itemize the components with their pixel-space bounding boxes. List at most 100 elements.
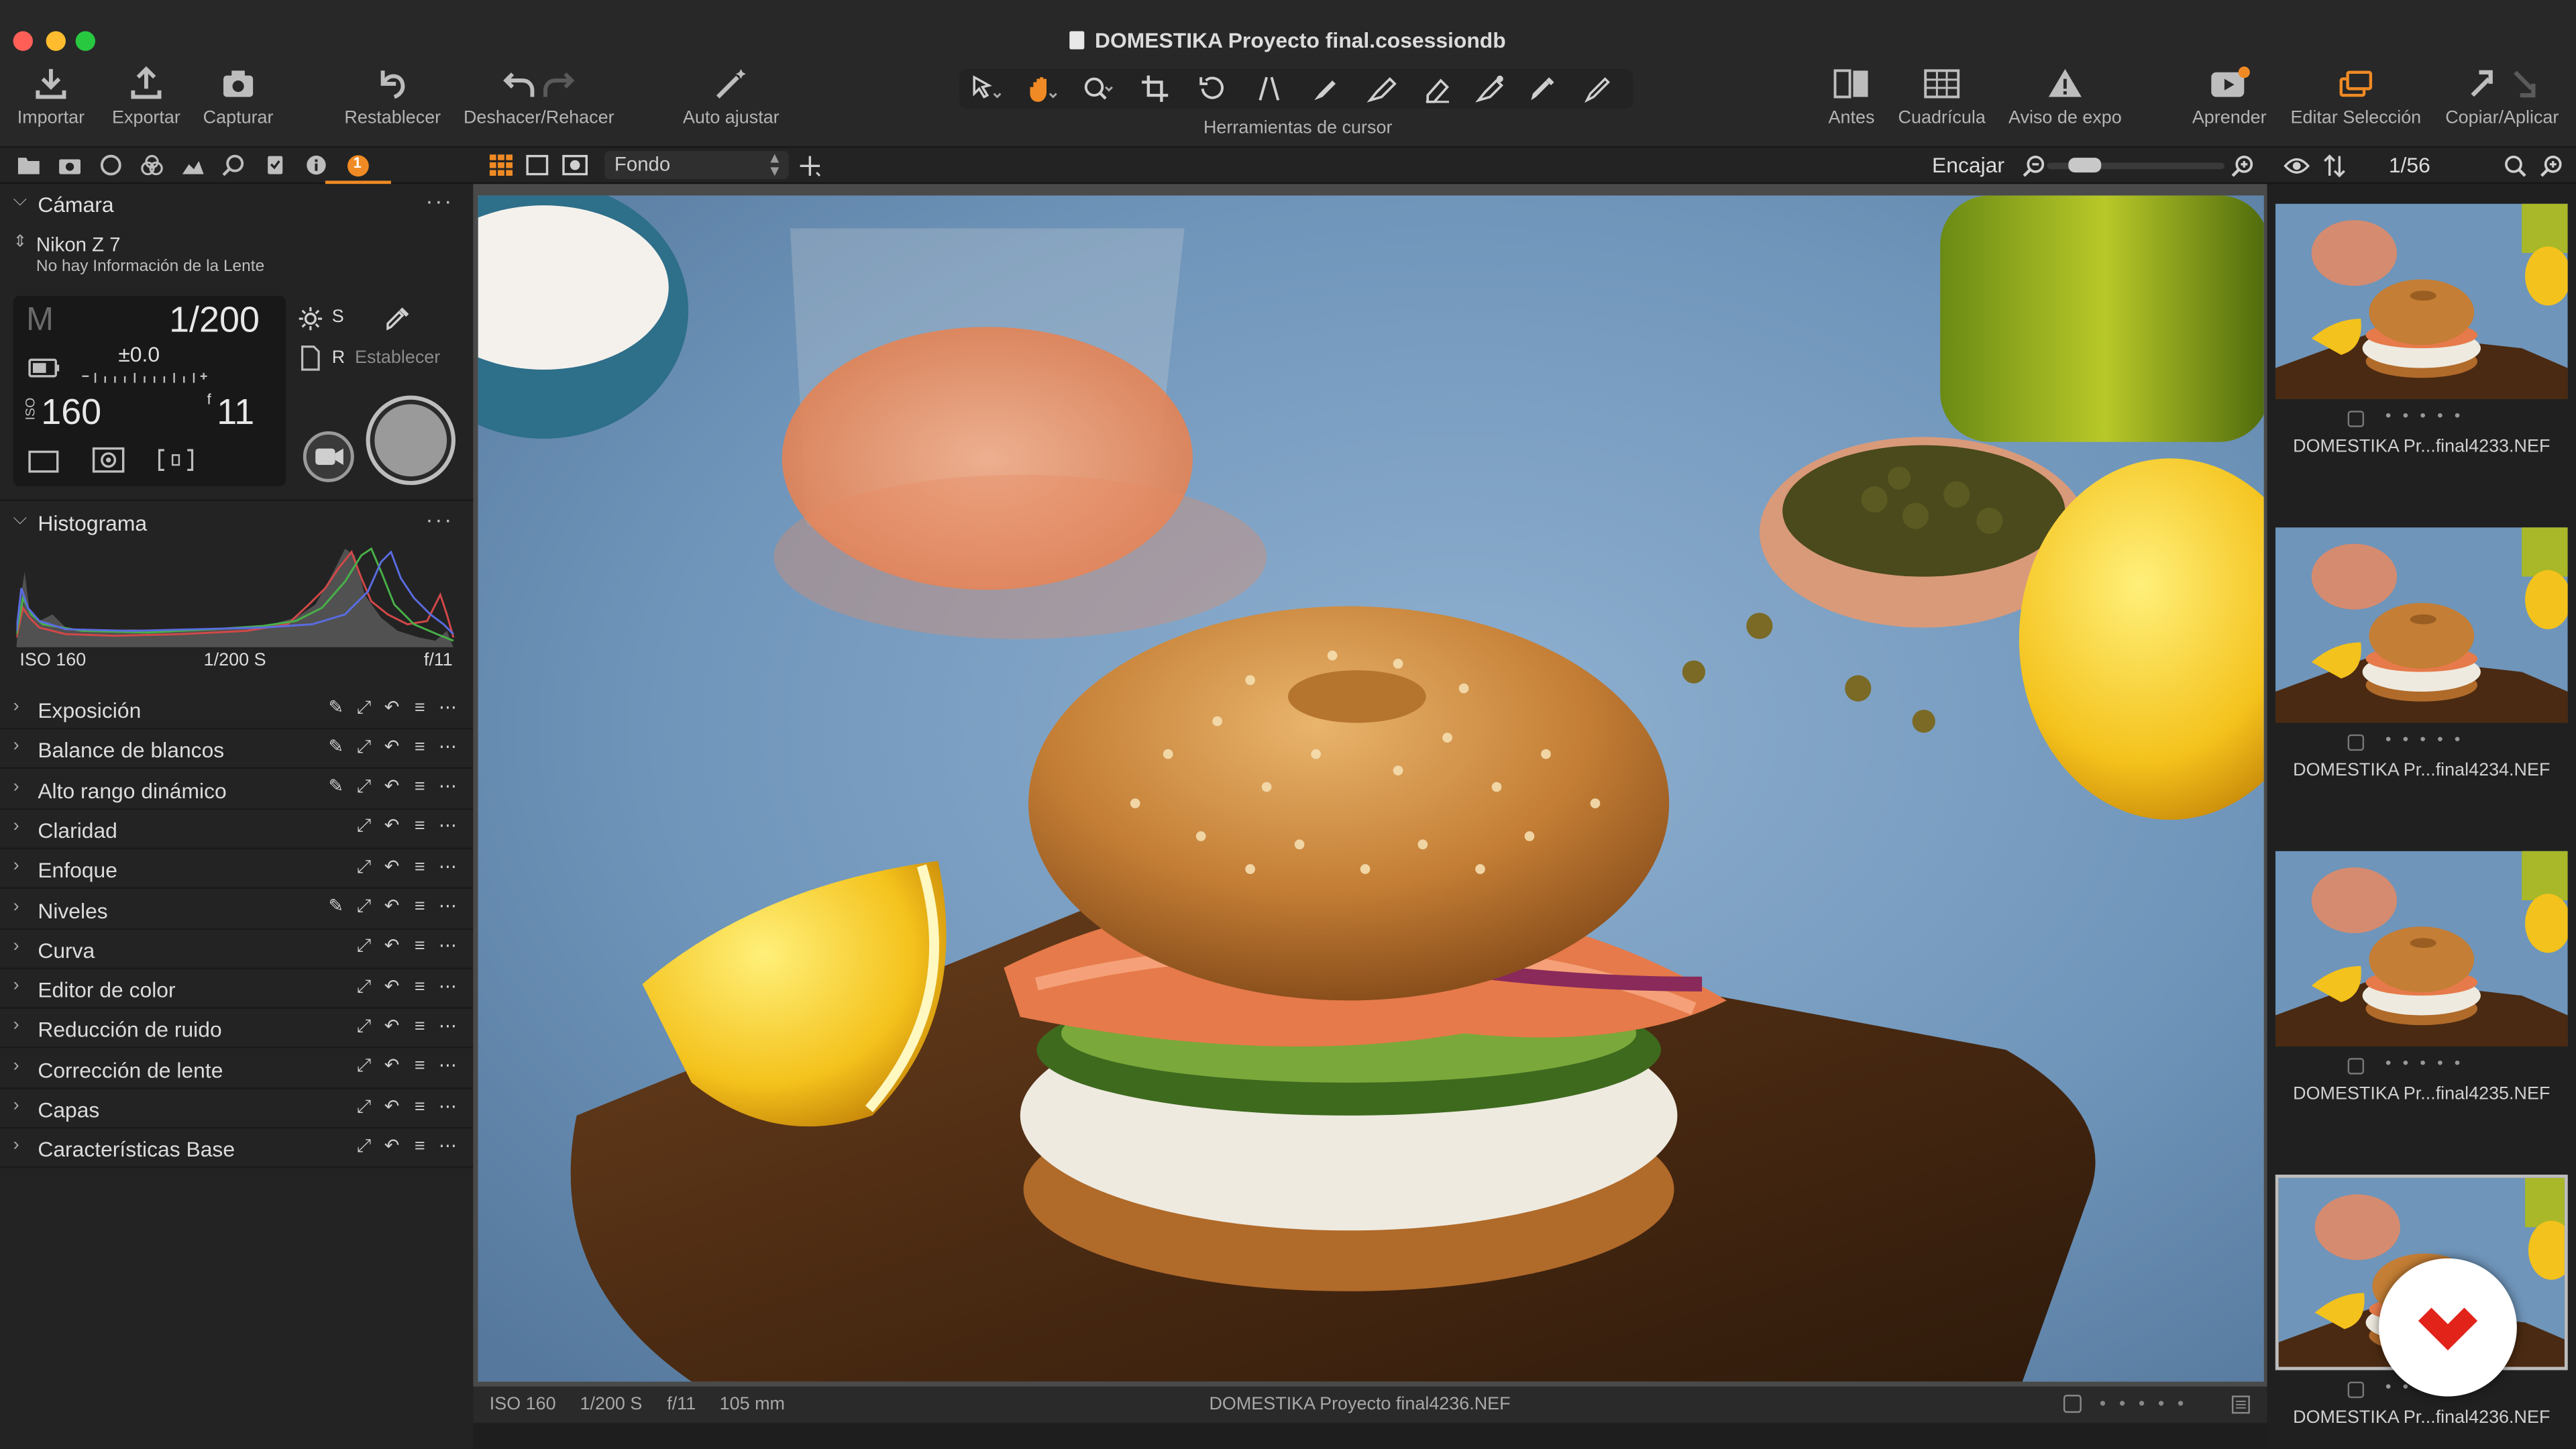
more-options-icon[interactable]: ⋯ [439, 818, 457, 837]
auto-adjust-button[interactable]: Auto ajustar [674, 66, 788, 128]
tool-row[interactable]: › Reducción de ruido ⤢ ↶ ≡ ⋯ [0, 1010, 474, 1049]
library-folder-icon[interactable] [16, 154, 41, 176]
learn-button[interactable]: Aprender [2185, 66, 2273, 128]
presets-icon[interactable]: ≡ [411, 698, 429, 717]
copy-apply-icon[interactable]: ⤢ [355, 1018, 373, 1036]
proof-view-icon[interactable] [562, 154, 588, 176]
more-options-icon[interactable]: ⋯ [439, 977, 457, 997]
copy-apply-icon[interactable]: ⤢ [355, 938, 373, 957]
drive-mode-icon[interactable] [28, 450, 61, 473]
camera-section-header[interactable]: ⌵ Cámara ··· [0, 187, 473, 223]
presets-icon[interactable]: ≡ [411, 818, 429, 837]
select-checkbox[interactable] [2063, 1395, 2082, 1413]
brush-tool-icon[interactable] [1311, 74, 1347, 103]
recipe-document-icon[interactable] [299, 345, 322, 371]
shutter-release-button[interactable] [365, 394, 457, 486]
presets-icon[interactable]: ≡ [411, 1018, 429, 1036]
copy-apply-icon[interactable]: ⤢ [355, 1097, 373, 1116]
crop-tool-icon[interactable] [1140, 74, 1177, 103]
focus-area-icon[interactable] [158, 447, 194, 473]
thumbnail-rating[interactable]: ••••• [2385, 731, 2550, 749]
copy-apply-icon[interactable]: ⤢ [355, 738, 373, 757]
more-options-icon[interactable]: ⋯ [439, 738, 457, 757]
copy-apply-icon[interactable]: ⤢ [355, 858, 373, 877]
tool-row[interactable]: › Exposición ✎ ⤢ ↶ ≡ ⋯ [0, 690, 474, 730]
presets-icon[interactable]: ≡ [411, 858, 429, 877]
metadata-info-icon[interactable] [304, 154, 329, 176]
zoom-slider[interactable] [2047, 158, 2224, 173]
select-cursor-icon[interactable] [969, 74, 1006, 103]
reset-icon[interactable]: ↶ [383, 1097, 401, 1116]
undo-redo-button[interactable]: Deshacer/Rehacer [460, 66, 618, 128]
more-options-icon[interactable]: ⋯ [439, 1018, 457, 1036]
copy-apply-button[interactable]: Copiar/Aplicar [2441, 66, 2563, 128]
viewer-photo[interactable] [478, 195, 2264, 1382]
single-view-icon[interactable] [526, 154, 549, 176]
eye-filter-icon[interactable] [2284, 156, 2310, 176]
presets-icon[interactable]: ≡ [411, 898, 429, 917]
browser-thumbnail[interactable]: ••••• DOMESTIKA Pr...final4236.NEF [2267, 184, 2576, 1428]
thumbnail-image[interactable] [2275, 203, 2568, 400]
picker-tool-icon[interactable] [1528, 74, 1564, 103]
more-options-icon[interactable]: ⋯ [439, 1137, 457, 1157]
more-options-icon[interactable]: ⋯ [439, 1057, 457, 1077]
tool-row[interactable]: › Curva ⤢ ↶ ≡ ⋯ [0, 930, 474, 969]
reset-icon[interactable]: ↶ [383, 977, 401, 997]
tool-row[interactable]: › Características Base ⤢ ↶ ≡ ⋯ [0, 1129, 474, 1169]
presets-icon[interactable]: ≡ [411, 738, 429, 757]
thumbnail-rating[interactable]: ••••• [2385, 407, 2550, 425]
more-options-icon[interactable]: ··· [425, 506, 453, 532]
reset-icon[interactable]: ↶ [383, 1057, 401, 1077]
lens-tab-icon[interactable] [99, 154, 123, 176]
tool-row[interactable]: › Capas ⤢ ↶ ≡ ⋯ [0, 1089, 474, 1129]
reset-icon[interactable]: ↶ [383, 858, 401, 877]
tool-row[interactable]: › Enfoque ⤢ ↶ ≡ ⋯ [0, 850, 474, 890]
reset-button[interactable]: Restablecer [338, 66, 447, 128]
tool-row[interactable]: › Corrección de lente ⤢ ↶ ≡ ⋯ [0, 1049, 474, 1089]
reset-icon[interactable]: ↶ [383, 698, 401, 717]
grid-view-icon[interactable] [489, 154, 513, 176]
reset-icon[interactable]: ↶ [383, 738, 401, 757]
camera-select-arrows-icon[interactable]: ⇕ [13, 233, 28, 252]
annotation-pen-icon[interactable] [1584, 74, 1620, 103]
import-button[interactable]: Importar [7, 66, 95, 128]
style-select[interactable]: Fondo ▲ ▼ [604, 150, 789, 179]
details-tab-icon[interactable] [222, 154, 247, 176]
more-options-icon[interactable]: ⋯ [439, 698, 457, 717]
search-icon[interactable] [2504, 154, 2526, 177]
presets-icon[interactable]: ≡ [411, 938, 429, 957]
more-options-icon[interactable]: ⋯ [439, 1097, 457, 1116]
more-options-icon[interactable]: ⋯ [439, 938, 457, 957]
thumbnail-checkbox[interactable] [2347, 411, 2365, 427]
capture-button[interactable]: Capturar [194, 66, 282, 128]
reset-icon[interactable]: ↶ [383, 818, 401, 837]
reset-icon[interactable]: ↶ [383, 1137, 401, 1157]
zoom-fit-label[interactable]: Encajar [1932, 153, 2004, 178]
edit-selection-button[interactable]: Editar Selección [2287, 66, 2425, 128]
presets-icon[interactable]: ≡ [411, 1057, 429, 1077]
eraser-tool-icon[interactable] [1423, 74, 1459, 103]
eyedropper-icon[interactable] [384, 306, 411, 332]
capture-tab-icon[interactable] [58, 154, 83, 176]
metering-icon[interactable] [92, 447, 125, 473]
more-options-icon[interactable]: ⋯ [439, 778, 457, 797]
presets-icon[interactable]: ≡ [411, 977, 429, 997]
reset-icon[interactable]: ↶ [383, 938, 401, 957]
tool-row[interactable]: › Editor de color ⤢ ↶ ≡ ⋯ [0, 969, 474, 1009]
copy-apply-icon[interactable]: ⤢ [355, 1137, 373, 1157]
tool-row[interactable]: › Claridad ⤢ ↶ ≡ ⋯ [0, 810, 474, 849]
keystone-tool-icon[interactable] [1255, 74, 1291, 103]
tool-row[interactable]: › Niveles ✎ ⤢ ↶ ≡ ⋯ [0, 890, 474, 929]
histogram-section-header[interactable]: ⌵ Histograma ··· [0, 506, 473, 542]
thumbnail-checkbox[interactable] [2347, 1058, 2365, 1075]
hand-pan-icon[interactable] [1025, 74, 1061, 103]
live-view-button[interactable] [303, 431, 355, 483]
thumbnail-image[interactable] [2275, 527, 2568, 723]
zoom-tool-icon[interactable] [1081, 74, 1117, 103]
more-options-icon[interactable]: ⋯ [439, 858, 457, 877]
copy-apply-icon[interactable]: ⤢ [355, 1057, 373, 1077]
copy-apply-icon[interactable]: ⤢ [355, 698, 373, 717]
more-options-icon[interactable]: ··· [425, 187, 453, 213]
more-options-icon[interactable]: ⋯ [439, 898, 457, 917]
tool-row[interactable]: › Alto rango dinámico ✎ ⤢ ↶ ≡ ⋯ [0, 770, 474, 810]
